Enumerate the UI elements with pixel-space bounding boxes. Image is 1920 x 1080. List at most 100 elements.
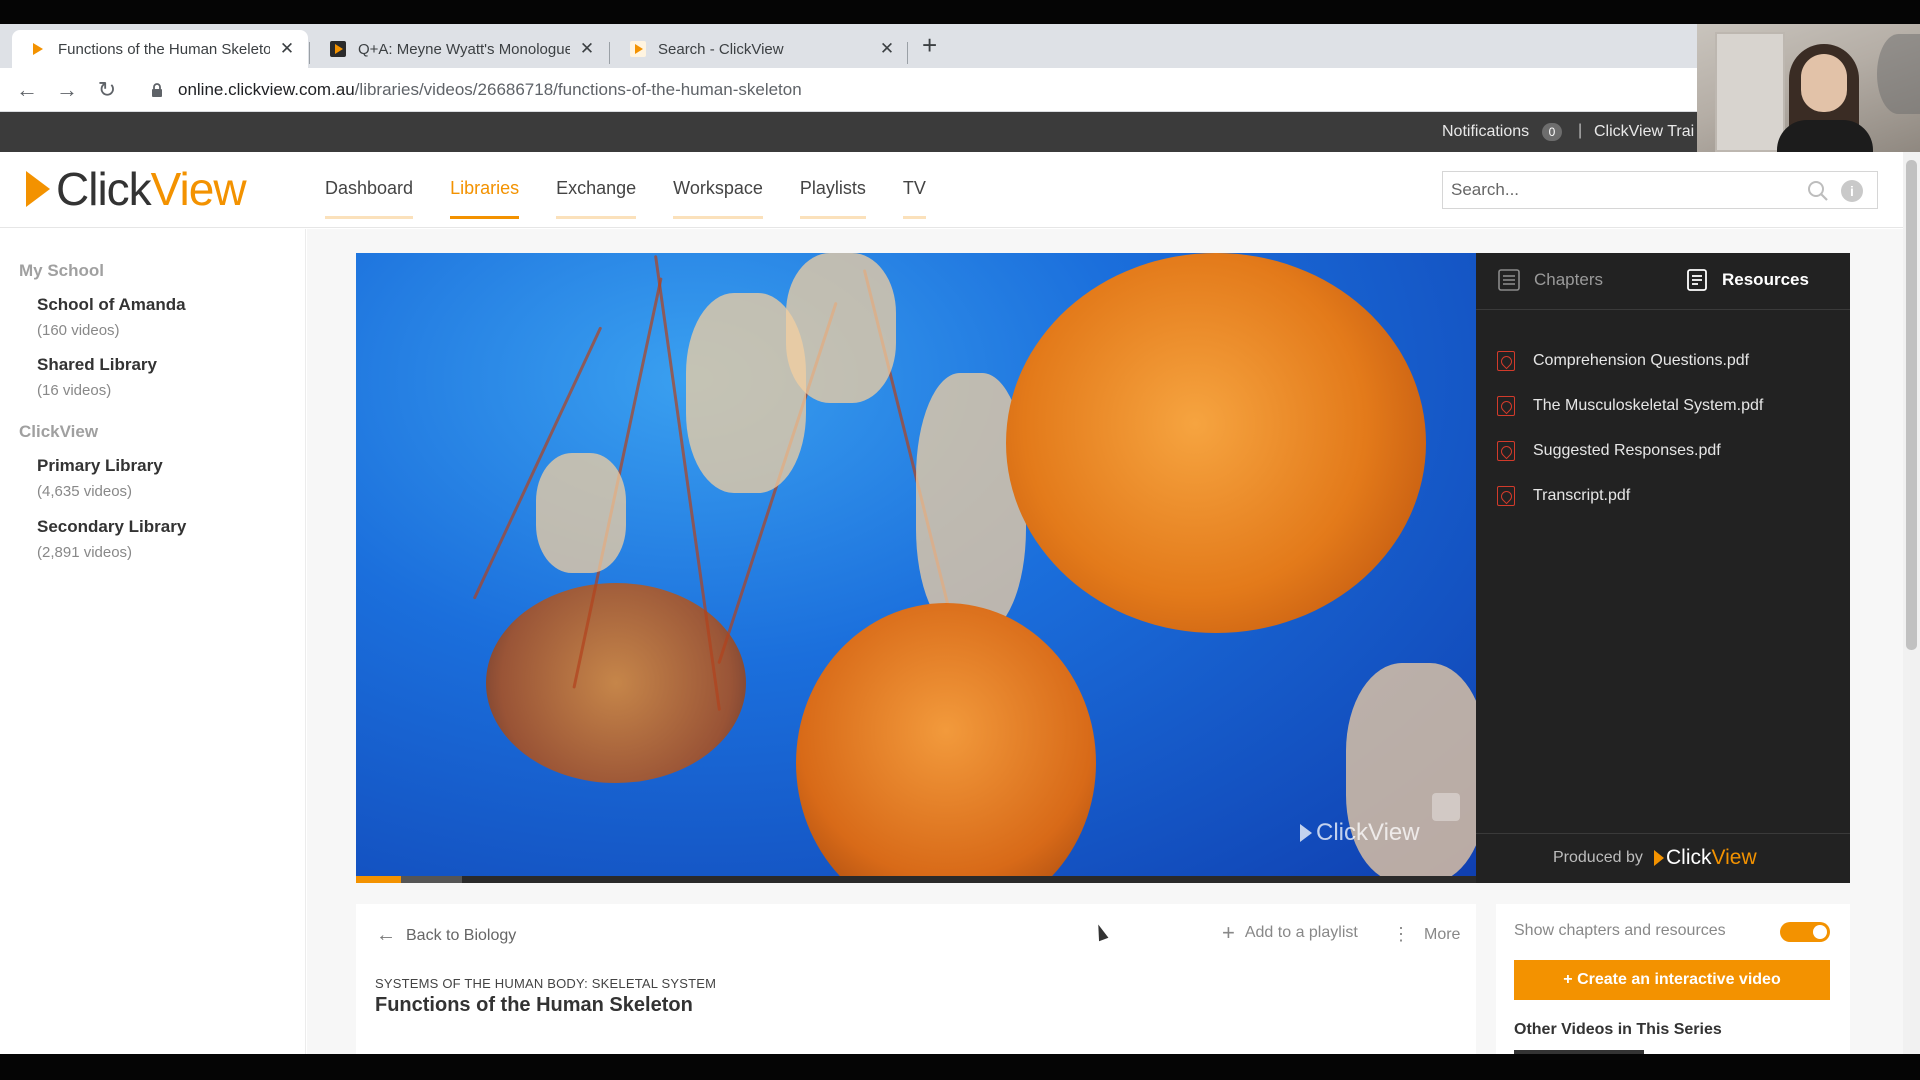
pdf-icon — [1497, 485, 1515, 506]
address-bar[interactable]: online.clickview.com.au/libraries/videos… — [178, 80, 802, 100]
resources-panel: Chapters Resources Comprehension Questio… — [1476, 253, 1850, 883]
video-frame-frill — [786, 253, 896, 403]
clickview-favicon-icon — [30, 41, 46, 57]
vertical-dots-icon: ⋮ — [1392, 924, 1410, 944]
other-videos-heading: Other Videos in This Series — [1514, 1021, 1722, 1038]
video-info-card: ← Back to Biology + Add to a playlist ⋮ Mor… — [356, 904, 1476, 1054]
browser-tab-3[interactable]: Search - ClickView ✕ — [612, 30, 908, 68]
produced-by-label: Produced by — [1553, 849, 1643, 866]
video-series-label: SYSTEMS OF THE HUMAN BODY: SKELETAL SYST… — [375, 976, 717, 991]
show-chapters-toggle[interactable] — [1780, 922, 1830, 942]
sidebar-item-school-of-amanda[interactable]: School of Amanda — [37, 295, 186, 315]
scrollbar-thumb[interactable] — [1906, 160, 1917, 650]
more-button[interactable]: ⋮ More — [1392, 924, 1460, 945]
show-chapters-label: Show chapters and resources — [1514, 922, 1726, 939]
tab-title: Q+A: Meyne Wyatt's Monologue — [358, 40, 570, 58]
resource-file[interactable]: The Musculoskeletal System.pdf — [1497, 383, 1763, 428]
url-path: /libraries/videos/26686718/functions-of-… — [354, 80, 802, 99]
sidebar-section-clickview: ClickView — [19, 422, 99, 441]
add-to-playlist-button[interactable]: + Add to a playlist — [1222, 922, 1358, 944]
progress-played — [356, 876, 401, 883]
sidebar-item-count: (16 videos) — [37, 382, 112, 399]
info-icon[interactable]: i — [1841, 180, 1863, 202]
search-input[interactable] — [1451, 179, 1791, 201]
nav-underline — [902, 216, 926, 219]
search-box: i — [1442, 171, 1878, 209]
logo-wordmark: ClickView — [56, 163, 247, 215]
page-scrollbar[interactable] — [1903, 152, 1920, 1054]
resource-file[interactable]: Suggested Responses.pdf — [1497, 428, 1763, 473]
video-player[interactable]: ClickView — [356, 253, 1476, 883]
new-tab-button[interactable]: + — [922, 30, 937, 60]
pdf-icon — [1497, 350, 1515, 371]
tab-title: Search - ClickView — [658, 40, 784, 58]
nav-playlists[interactable]: Playlists — [799, 178, 866, 219]
logo-triangle-icon — [26, 171, 50, 207]
create-interactive-video-button[interactable]: + Create an interactive video — [1514, 960, 1830, 1000]
screen-bottom-border — [0, 1054, 1920, 1080]
nav-tv[interactable]: TV — [902, 178, 926, 219]
forward-arrow-icon[interactable]: → — [53, 76, 81, 104]
resource-file-list: Comprehension Questions.pdf The Musculos… — [1497, 338, 1763, 518]
sidebar-item-count: (4,635 videos) — [37, 483, 133, 500]
video-overlay-button-icon[interactable] — [1432, 793, 1460, 821]
video-frame-jellyfish — [1006, 253, 1426, 633]
nav-dashboard[interactable]: Dashboard — [325, 178, 414, 219]
clickview-logo[interactable]: ClickView — [26, 163, 247, 215]
library-sidebar: My School School of Amanda (160 videos) … — [0, 229, 306, 1054]
back-arrow-icon[interactable]: ← — [13, 76, 41, 104]
sidebar-item-primary-library[interactable]: Primary Library — [37, 456, 163, 476]
browser-tab-2[interactable]: Q+A: Meyne Wyatt's Monologue ✕ — [312, 30, 608, 68]
video-progress-bar[interactable] — [356, 876, 1476, 883]
url-host: online.clickview.com.au — [178, 80, 355, 99]
notifications-count-badge: 0 — [1542, 123, 1562, 141]
search-icon[interactable] — [1807, 180, 1829, 202]
site-topbar: Notifications 0 | ClickView Trai — [0, 112, 1920, 152]
tab-close-icon[interactable]: ✕ — [578, 39, 596, 59]
tab-chapters[interactable]: Chapters — [1498, 269, 1603, 291]
video-watermark: ClickView — [1300, 819, 1420, 847]
webcam-background-door — [1715, 32, 1785, 152]
nav-workspace[interactable]: Workspace — [673, 178, 763, 219]
tab-resources[interactable]: Resources — [1686, 269, 1809, 291]
sidebar-section-my-school: My School — [19, 261, 105, 280]
browser-tabstrip: Functions of the Human Skeleton ✕ Q+A: M… — [0, 24, 1920, 68]
producer-logo-triangle-icon — [1654, 850, 1664, 866]
sidebar-item-shared-library[interactable]: Shared Library — [37, 355, 157, 375]
account-menu[interactable]: ClickView Trai — [1594, 123, 1694, 141]
list-icon — [1498, 269, 1520, 291]
video-title: Functions of the Human Skeleton — [375, 994, 693, 1016]
mouse-cursor-icon — [1093, 922, 1109, 942]
nav-underline — [799, 216, 866, 219]
back-to-biology-link[interactable]: ← Back to Biology — [376, 924, 516, 947]
sidebar-item-count: (2,891 videos) — [37, 544, 133, 561]
watermark-triangle-icon — [1300, 824, 1312, 842]
resource-file[interactable]: Transcript.pdf — [1497, 473, 1763, 518]
produced-by: Produced by Click View — [1476, 833, 1850, 883]
tab-close-icon[interactable]: ✕ — [278, 39, 296, 59]
nav-exchange[interactable]: Exchange — [556, 178, 637, 219]
back-arrow-icon: ← — [376, 924, 396, 946]
clickview-favicon-icon — [630, 41, 646, 57]
video-frame-jellyfish — [796, 603, 1096, 883]
pdf-icon — [1497, 395, 1515, 416]
nav-libraries[interactable]: Libraries — [450, 178, 520, 219]
topbar-separator: | — [1578, 122, 1583, 139]
toggle-knob — [1813, 925, 1827, 939]
browser-tab-1[interactable]: Functions of the Human Skeleton ✕ — [12, 30, 308, 68]
pdf-icon — [1497, 440, 1515, 461]
reload-icon[interactable]: ↻ — [93, 76, 121, 104]
main-nav: Dashboard Libraries Exchange Workspace P… — [325, 178, 963, 219]
lock-icon — [148, 81, 166, 99]
video-frame-frill — [1346, 663, 1476, 883]
nav-underline — [325, 216, 414, 219]
sidebar-item-secondary-library[interactable]: Secondary Library — [37, 517, 186, 537]
notifications-link[interactable]: Notifications — [1442, 123, 1529, 141]
tab-close-icon[interactable]: ✕ — [878, 39, 896, 59]
webcam-person-shirt — [1777, 120, 1873, 152]
tab-separator — [309, 42, 310, 64]
tab-title: Functions of the Human Skeleton — [58, 40, 270, 58]
video-side-actions: Show chapters and resources + Create an … — [1496, 904, 1850, 1054]
resource-file[interactable]: Comprehension Questions.pdf — [1497, 338, 1763, 383]
webcam-person-face — [1801, 54, 1847, 112]
